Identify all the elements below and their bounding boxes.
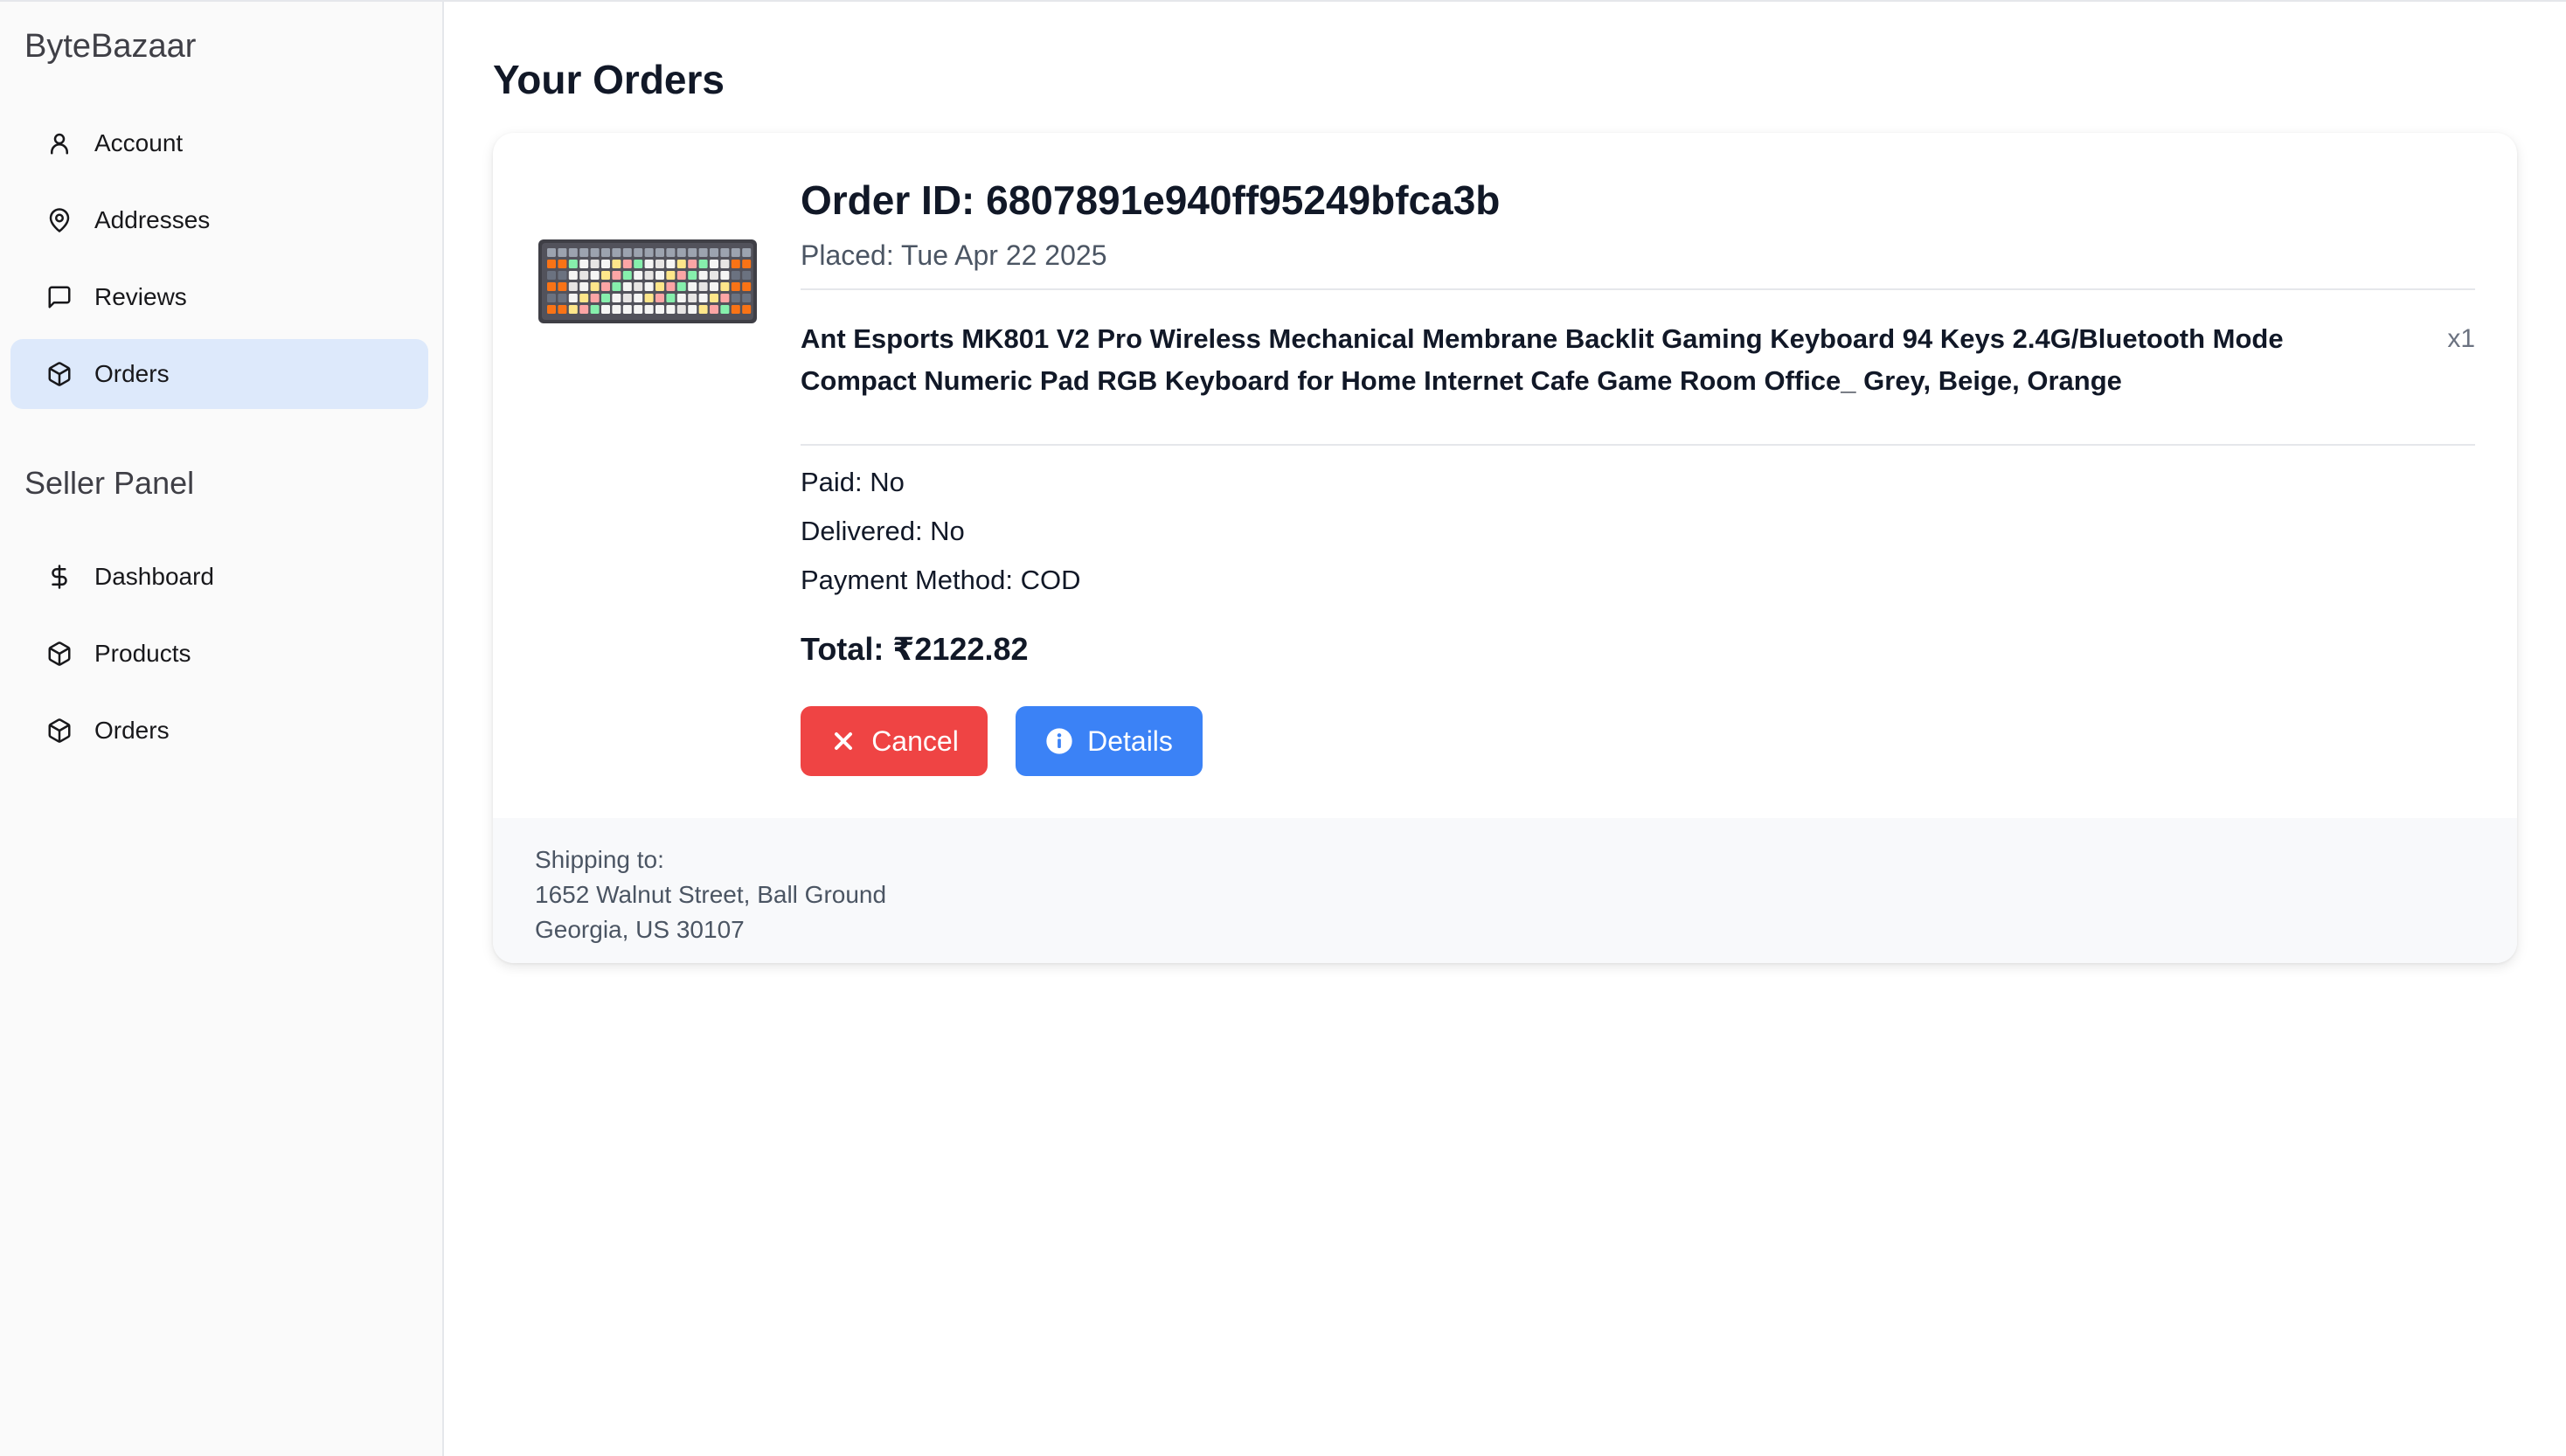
sidebar-item-label: Orders <box>94 717 170 744</box>
sidebar-item-addresses[interactable]: Addresses <box>10 185 428 255</box>
cancel-label: Cancel <box>871 725 959 757</box>
order-id: Order ID: 6807891e940ff95249bfca3b <box>801 177 1501 223</box>
info-icon <box>1045 727 1073 755</box>
shipping-label: Shipping to: <box>535 846 664 873</box>
map-pin-icon <box>45 206 73 234</box>
sidebar-item-label: Addresses <box>94 206 211 233</box>
sidebar-item-orders[interactable]: Orders <box>10 339 428 409</box>
dollar-sign-icon <box>45 563 73 591</box>
sidebar-item-label: Dashboard <box>94 563 214 590</box>
paid-status: Paid: No <box>801 467 905 497</box>
close-icon <box>829 727 857 755</box>
shipping-address-box: Shipping to: 1652 Walnut Street, Ball Gr… <box>493 818 2517 963</box>
cancel-button[interactable]: Cancel <box>801 706 988 776</box>
payment-method: Payment Method: COD <box>801 565 1081 595</box>
shipping-line-1: 1652 Walnut Street, Ball Ground <box>535 881 887 908</box>
sidebar-item-dashboard[interactable]: Dashboard <box>10 542 428 612</box>
package-icon <box>45 360 73 388</box>
divider <box>801 288 2475 290</box>
product-image[interactable] <box>538 239 757 323</box>
order-total: Total: ₹2122.82 <box>801 631 1029 667</box>
package-icon <box>45 640 73 668</box>
shipping-line-2: Georgia, US 30107 <box>535 916 745 943</box>
user-icon <box>45 129 73 157</box>
sidebar-item-seller-orders[interactable]: Orders <box>10 696 428 766</box>
order-item-qty: x1 <box>2447 324 2475 353</box>
app-root: ByteBazaar Account Addresses Reviews Ord… <box>0 0 2566 1456</box>
sidebar-item-label: Products <box>94 640 191 667</box>
order-item-name[interactable]: Ant Esports MK801 V2 Pro Wireless Mechan… <box>801 318 2400 402</box>
divider <box>801 444 2475 446</box>
page-title: Your Orders <box>493 57 725 102</box>
details-label: Details <box>1087 725 1173 757</box>
brand-logo[interactable]: ByteBazaar <box>24 28 196 66</box>
sidebar-item-label: Orders <box>94 360 170 387</box>
order-card: Order ID: 6807891e940ff95249bfca3b Place… <box>493 133 2517 963</box>
sidebar-item-reviews[interactable]: Reviews <box>10 262 428 332</box>
sidebar-item-products[interactable]: Products <box>10 619 428 689</box>
delivered-status: Delivered: No <box>801 516 965 546</box>
seller-panel-title: Seller Panel <box>24 465 195 501</box>
sidebar: ByteBazaar Account Addresses Reviews Ord… <box>0 2 444 1456</box>
package-icon <box>45 717 73 745</box>
sidebar-item-account[interactable]: Account <box>10 108 428 178</box>
sidebar-item-label: Account <box>94 129 184 156</box>
order-placed-date: Placed: Tue Apr 22 2025 <box>801 239 1107 271</box>
message-square-icon <box>45 283 73 311</box>
details-button[interactable]: Details <box>1016 706 1203 776</box>
sidebar-item-label: Reviews <box>94 283 187 310</box>
